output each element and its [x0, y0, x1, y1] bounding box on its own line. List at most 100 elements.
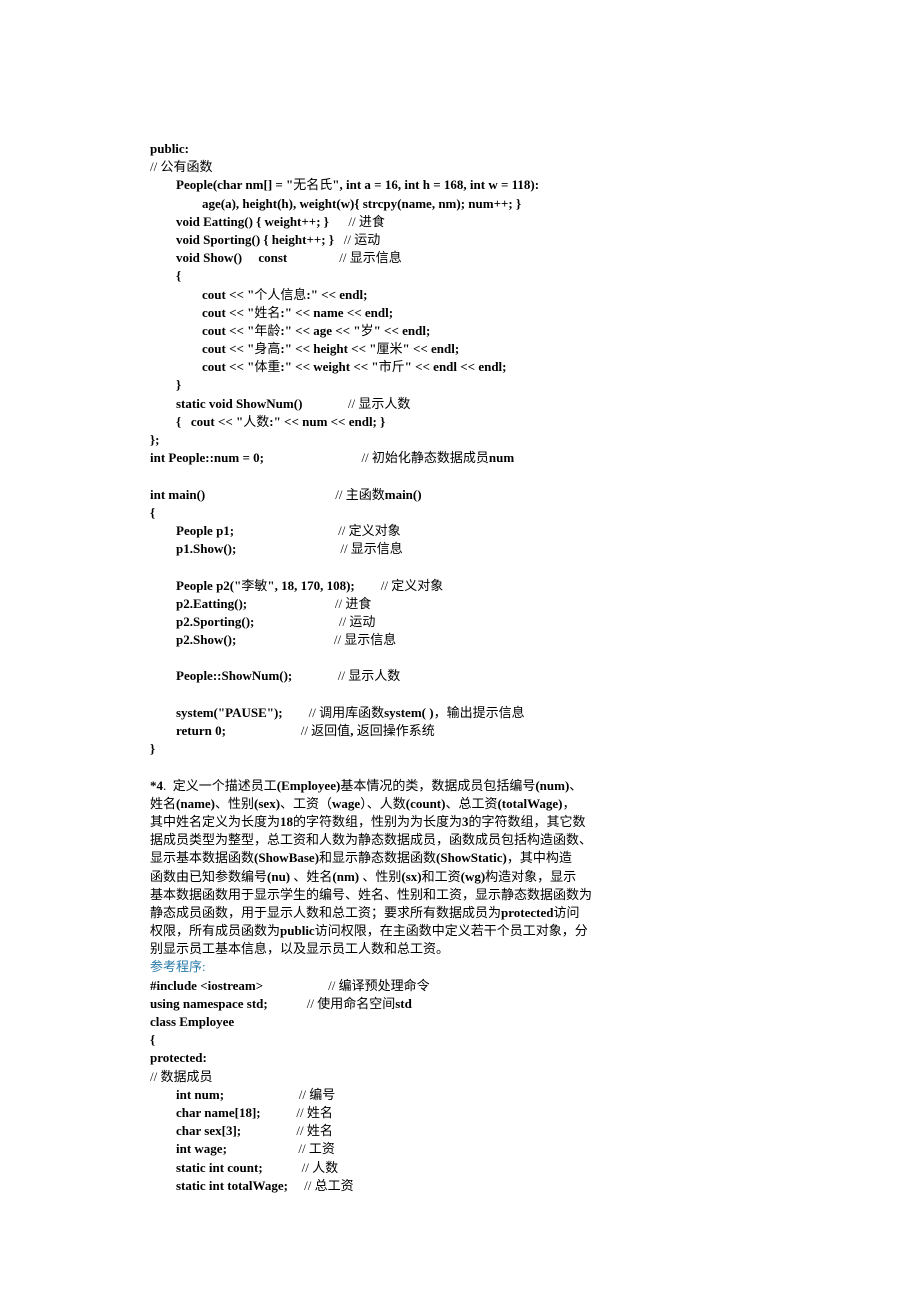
text-segment: 、性别 [362, 869, 401, 884]
text-segment: // 姓名 [241, 1123, 333, 1138]
code-line [150, 558, 770, 576]
code-line: void Sporting() { height++; } // 运动 [150, 231, 770, 249]
text-segment: p2.Eatting(); [150, 596, 247, 611]
text-segment: 市斤 [379, 359, 405, 374]
text-segment: (sex) [254, 796, 280, 811]
text-segment: // 主函数 [205, 487, 384, 502]
code-line: People p1; // 定义对象 [150, 522, 770, 540]
code-line: 基本数据函数用于显示学生的编号、姓名、性别和工资，显示静态数据函数为 [150, 886, 770, 904]
text-segment [150, 559, 153, 574]
code-line: class Employee [150, 1013, 770, 1031]
code-line: 据成员类型为整型，总工资和人数为静态数据成员，函数成员包括构造函数、 [150, 831, 770, 849]
text-segment: 静态成员函数，用于显示人数和总工资；要求所有数据成员为 [150, 905, 501, 920]
text-segment: 年龄 [254, 323, 280, 338]
text-segment: class Employee [150, 1014, 234, 1029]
text-segment: (num) [535, 778, 569, 793]
text-segment: 、工资（ [280, 796, 332, 811]
text-segment: // 显示信息 [236, 632, 396, 647]
text-segment: (wg) [461, 869, 486, 884]
text-segment: 18 [280, 814, 293, 829]
text-segment: // 调用库函数 [283, 705, 384, 720]
text-segment: 、姓名 [293, 869, 332, 884]
text-segment: 参考程序: [150, 959, 206, 974]
code-line: p2.Show(); // 显示信息 [150, 631, 770, 649]
text-segment: int People::num = 0; [150, 450, 264, 465]
text-segment: // 使用命名空间 [268, 996, 395, 1011]
code-line: { [150, 1031, 770, 1049]
text-segment: 函数由已知参数编号 [150, 869, 267, 884]
code-line [150, 686, 770, 704]
text-segment: ， [562, 796, 575, 811]
text-segment: #include <iostream> [150, 978, 263, 993]
text-segment: 别显示员工基本信息，以及显示员工人数和总工资。 [150, 941, 449, 956]
code-line [150, 649, 770, 667]
text-segment: protected: [150, 1050, 207, 1065]
code-line: return 0; // 返回值, 返回操作系统 [150, 722, 770, 740]
text-segment: :" << age << " [280, 323, 360, 338]
code-line: cout << "姓名:" << name << endl; [150, 304, 770, 322]
text-segment: age(a), height(h), weight(w){ strcpy(nam… [150, 196, 521, 211]
text-segment: // 工资 [227, 1141, 335, 1156]
text-segment: 姓名 [254, 305, 280, 320]
text-segment: 姓名 [150, 796, 176, 811]
document-page: public:// 公有函数 People(char nm[] = "无名氏",… [0, 0, 920, 1302]
text-segment: // 返回值 [226, 723, 350, 738]
text-segment: 人数 [243, 414, 269, 429]
text-segment: 、 [569, 778, 582, 793]
text-segment: int main() [150, 487, 205, 502]
text-segment: void Show() const [150, 250, 287, 265]
text-segment: system( ) [384, 705, 433, 720]
text-segment: // 显示人数 [302, 396, 410, 411]
text-segment: // 运动 [254, 614, 375, 629]
text-segment: ", 18, 170, 108); [267, 578, 354, 593]
code-line: *4. 定义一个描述员工(Employee)基本情况的类，数据成员包括编号(nu… [150, 777, 770, 795]
text-segment: // 显示人数 [292, 668, 400, 683]
text-segment: People::ShowNum(); [150, 668, 292, 683]
code-line: // 数据成员 [150, 1068, 770, 1086]
text-segment: 其中姓名定义为长度为 [150, 814, 280, 829]
code-line: People::ShowNum(); // 显示人数 [150, 667, 770, 685]
text-segment: 李敏 [241, 578, 267, 593]
text-segment: :" << num << endl; } [269, 414, 385, 429]
code-line: // 公有函数 [150, 158, 770, 176]
text-segment: main() [385, 487, 422, 502]
text-segment: // 显示信息 [287, 250, 401, 265]
text-segment: 显示基本数据函数 [150, 850, 254, 865]
text-segment: // 进食 [247, 596, 371, 611]
text-segment: ，输出提示信息 [434, 705, 525, 720]
text-segment: (nm) [332, 869, 362, 884]
code-line: { cout << "人数:" << num << endl; } [150, 413, 770, 431]
text-segment: return 0; [150, 723, 226, 738]
code-line: cout << "身高:" << height << "厘米" << endl; [150, 340, 770, 358]
text-segment: // 定义对象 [234, 523, 400, 538]
text-segment: 据成员类型为整型，总工资和人数为静态数据成员，函数成员包括构造函数、 [150, 832, 592, 847]
text-segment: // 定义对象 [355, 578, 443, 593]
text-segment: p2.Sporting(); [150, 614, 254, 629]
code-line: { [150, 267, 770, 285]
code-line: protected: [150, 1049, 770, 1067]
text-segment: 、总工资 [445, 796, 497, 811]
text-segment [150, 687, 153, 702]
text-segment: (nu) [267, 869, 293, 884]
text-segment: { [150, 268, 181, 283]
text-segment: void Eatting() { weight++; } [150, 214, 329, 229]
code-line: void Show() const // 显示信息 [150, 249, 770, 267]
text-segment: cout << " [150, 305, 254, 320]
text-segment: (totalWage) [497, 796, 562, 811]
text-segment: static int count; [150, 1160, 263, 1175]
text-segment: (Employee) [277, 778, 341, 793]
text-segment: (name) [176, 796, 215, 811]
text-segment: } [150, 377, 181, 392]
text-segment: }; [150, 432, 159, 447]
text-segment: void Sporting() { height++; } [150, 232, 334, 247]
code-line: age(a), height(h), weight(w){ strcpy(nam… [150, 195, 770, 213]
text-segment: protected [501, 905, 553, 920]
text-segment: :" << name << endl; [280, 305, 393, 320]
text-segment: char name[18]; [150, 1105, 261, 1120]
text-segment: int wage; [150, 1141, 227, 1156]
code-line: 别显示员工基本信息，以及显示员工人数和总工资。 [150, 940, 770, 958]
code-line: cout << "年龄:" << age << "岁" << endl; [150, 322, 770, 340]
text-segment: People p1; [150, 523, 234, 538]
text-segment: num [489, 450, 514, 465]
text-segment: // 姓名 [261, 1105, 333, 1120]
